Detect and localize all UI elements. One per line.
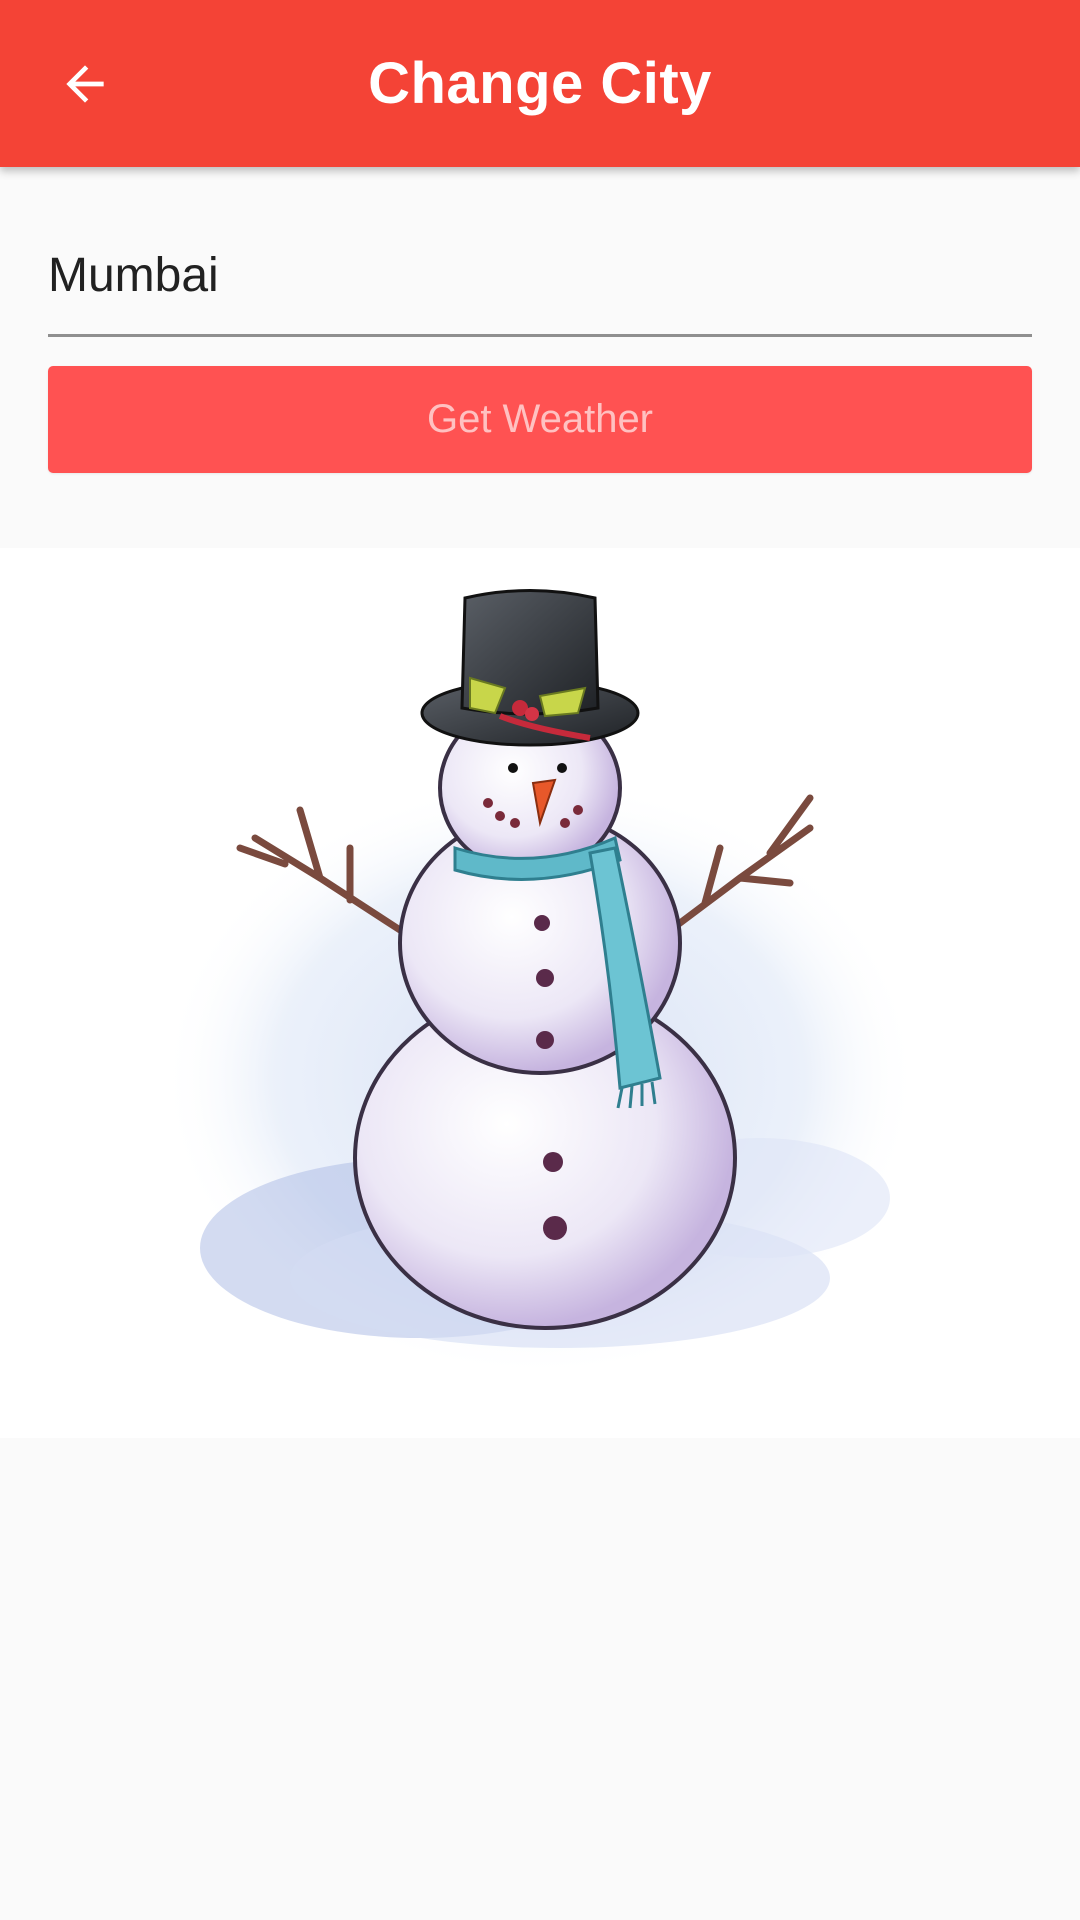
city-input[interactable] — [48, 217, 1032, 337]
back-button[interactable] — [40, 39, 130, 129]
weather-image-panel — [0, 548, 1080, 1438]
arrow-back-icon — [66, 65, 104, 103]
snowman-illustration — [160, 589, 920, 1378]
city-form: Get Weather — [0, 167, 1080, 548]
page-title: Change City — [368, 51, 712, 116]
app-bar: Change City — [0, 0, 1080, 167]
get-weather-button[interactable]: Get Weather — [48, 366, 1032, 473]
